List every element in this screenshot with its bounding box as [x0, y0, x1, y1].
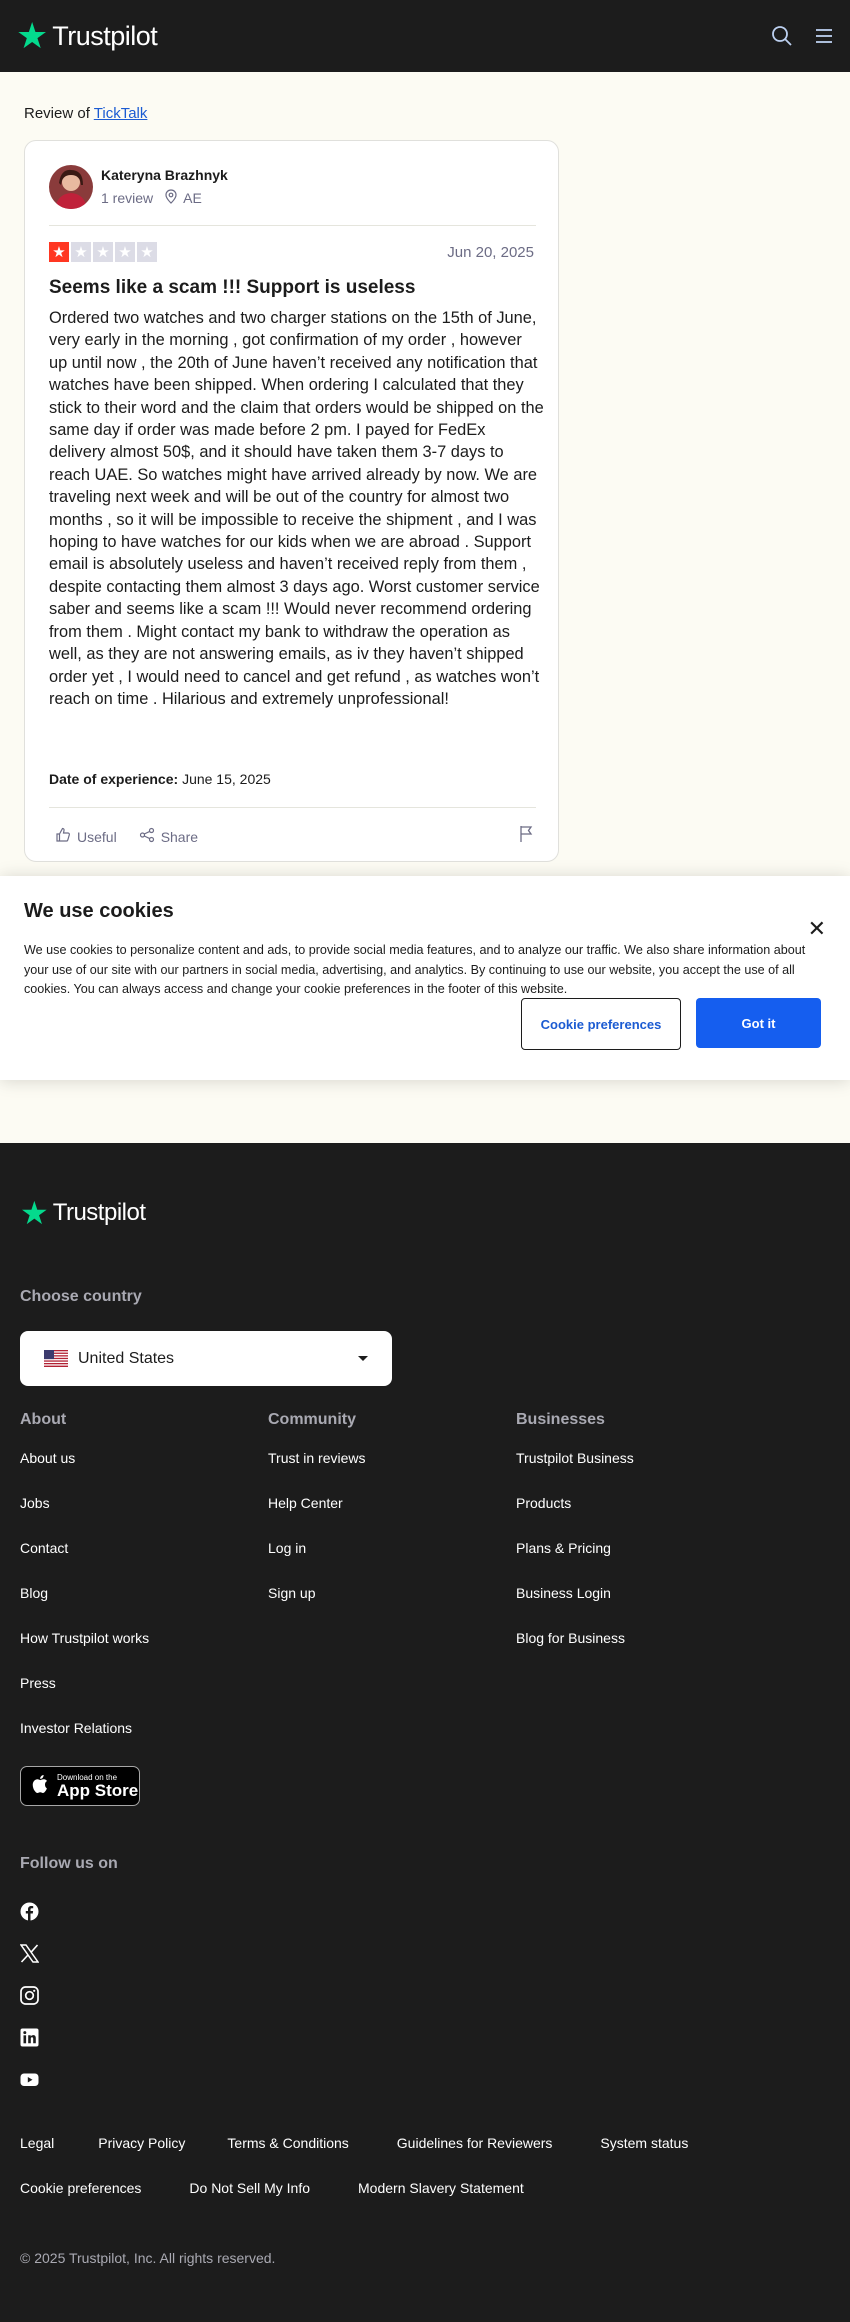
cookie-text: We use cookies to personalize content an…: [24, 943, 806, 996]
footer-legal-link[interactable]: Guidelines for Reviewers: [397, 2135, 553, 2151]
cookie-preferences-button[interactable]: Cookie preferences: [521, 998, 681, 1050]
footer-legal-link[interactable]: System status: [600, 2135, 688, 2151]
reviewer-country: AE: [183, 190, 202, 206]
footer-legal-link[interactable]: Legal: [20, 2135, 54, 2151]
review-card: Kateryna Brazhnyk 1 review AE ★ ★ ★ ★ ★ …: [24, 140, 559, 862]
accept-cookies-button[interactable]: Got it: [696, 998, 821, 1048]
thumbs-up-icon: [55, 827, 71, 846]
footer-link[interactable]: Blog: [20, 1582, 149, 1627]
date-of-experience: Date of experience: June 15, 2025: [49, 771, 271, 787]
linkedin-icon[interactable]: [20, 2028, 39, 2047]
share-label: Share: [160, 828, 199, 845]
footer-link[interactable]: Investor Relations: [20, 1717, 149, 1762]
facebook-icon[interactable]: [20, 1902, 39, 1921]
location-pin-icon: [165, 189, 177, 207]
review-date: Jun 20, 2025: [447, 244, 534, 261]
star-icon-empty: ★: [115, 242, 135, 262]
footer-legal-link[interactable]: Modern Slavery Statement: [358, 2180, 524, 2196]
copyright-text: © 2025 Trustpilot, Inc. All rights reser…: [20, 2250, 276, 2266]
cookie-title: We use cookies: [24, 900, 174, 922]
useful-button[interactable]: Useful: [55, 827, 117, 846]
footer-legal-link[interactable]: Terms & Conditions: [227, 2135, 348, 2151]
review-count: 1 review: [101, 190, 154, 206]
footer-link[interactable]: Blog for Business: [516, 1627, 634, 1672]
x-icon[interactable]: [19, 1944, 40, 1963]
apple-icon: [31, 1773, 51, 1800]
footer-link[interactable]: Trust in reviews: [268, 1447, 366, 1492]
search-icon[interactable]: [770, 24, 794, 48]
column-heading: Businesses: [516, 1411, 605, 1428]
column-heading: About: [20, 1411, 67, 1428]
divider: [49, 225, 536, 226]
footer: ★ Trustpilot Choose country United State…: [0, 1143, 850, 2322]
instagram-icon[interactable]: [20, 1986, 39, 2005]
footer-link[interactable]: How Trustpilot works: [20, 1627, 149, 1672]
footer-link[interactable]: Help Center: [268, 1492, 366, 1537]
app-store-big-text: App Store: [57, 1781, 139, 1800]
footer-link[interactable]: About us: [20, 1447, 149, 1492]
footer-link[interactable]: Press: [20, 1672, 149, 1717]
experience-label: Date of experience:: [49, 771, 179, 787]
reviewer-name[interactable]: Kateryna Brazhnyk: [101, 167, 228, 183]
share-button[interactable]: Share: [139, 827, 198, 846]
footer-logo-text: Trustpilot: [52, 1199, 146, 1226]
footer-link[interactable]: Contact: [20, 1537, 149, 1582]
trustpilot-star-icon: ★: [20, 1195, 49, 1231]
footer-legal-link[interactable]: Cookie preferences: [20, 2180, 141, 2196]
footer-link[interactable]: Products: [516, 1492, 634, 1537]
divider: [49, 807, 536, 808]
experience-date: June 15, 2025: [182, 771, 271, 787]
review-of-line: Review of TickTalk: [24, 105, 147, 122]
footer-link[interactable]: Trustpilot Business: [516, 1447, 634, 1492]
footer-legal-link[interactable]: Do Not Sell My Info: [189, 2180, 310, 2196]
youtube-icon[interactable]: [20, 2070, 39, 2089]
footer-link[interactable]: Jobs: [20, 1492, 149, 1537]
selected-country: United States: [78, 1349, 175, 1367]
footer-link[interactable]: Business Login: [516, 1582, 634, 1627]
footer-column-about: About About us Jobs Contact Blog How Tru…: [20, 1411, 149, 1762]
useful-label: Useful: [77, 828, 117, 845]
app-store-button[interactable]: Download on the App Store: [20, 1766, 140, 1806]
column-heading: Community: [268, 1411, 356, 1428]
footer-legal-link[interactable]: Privacy Policy: [98, 2135, 185, 2151]
avatar[interactable]: [49, 165, 93, 209]
star-icon-empty: ★: [71, 242, 91, 262]
logo-text: Trustpilot: [52, 20, 158, 51]
footer-link[interactable]: Sign up: [268, 1582, 366, 1627]
footer-trustpilot-logo[interactable]: ★ Trustpilot: [20, 1197, 146, 1229]
trustpilot-logo[interactable]: ★ Trustpilot: [16, 15, 158, 56]
review-of-prefix: Review of: [24, 105, 90, 122]
trustpilot-star-icon: ★: [16, 15, 49, 56]
company-link[interactable]: TickTalk: [94, 105, 148, 122]
star-icon-filled: ★: [49, 242, 69, 262]
close-icon[interactable]: ✕: [808, 916, 826, 942]
legal-links-row-2: Cookie preferences Do Not Sell My Info M…: [20, 2180, 524, 2196]
share-icon: [139, 827, 155, 846]
legal-links-row-1: Legal Privacy Policy Terms & Conditions …: [20, 2135, 688, 2151]
top-navigation-bar: ★ Trustpilot: [0, 0, 850, 72]
chevron-down-icon: [358, 1356, 368, 1361]
menu-icon[interactable]: [812, 24, 836, 48]
footer-column-community: Community Trust in reviews Help Center L…: [268, 1411, 366, 1627]
flag-icon[interactable]: [518, 825, 534, 848]
choose-country-label: Choose country: [20, 1288, 142, 1305]
reviewer-meta: 1 review AE: [101, 189, 202, 207]
reviewer-location: AE: [165, 189, 202, 207]
footer-link[interactable]: Log in: [268, 1537, 366, 1582]
country-select[interactable]: United States: [20, 1331, 392, 1386]
review-body: Ordered two watches and two charger stat…: [49, 309, 544, 708]
review-actions: Useful Share: [55, 827, 198, 846]
star-icon-empty: ★: [93, 242, 113, 262]
star-icon-empty: ★: [137, 242, 157, 262]
footer-column-businesses: Businesses Trustpilot Business Products …: [516, 1411, 634, 1672]
review-title: Seems like a scam !!! Support is useless: [49, 277, 416, 298]
follow-us-label: Follow us on: [20, 1855, 118, 1872]
footer-link[interactable]: Plans & Pricing: [516, 1537, 634, 1582]
us-flag-icon: [44, 1350, 68, 1367]
social-links: [19, 1902, 40, 2089]
cookie-banner: We use cookies ✕ We use cookies to perso…: [0, 876, 850, 1080]
star-rating: ★ ★ ★ ★ ★: [49, 242, 157, 262]
